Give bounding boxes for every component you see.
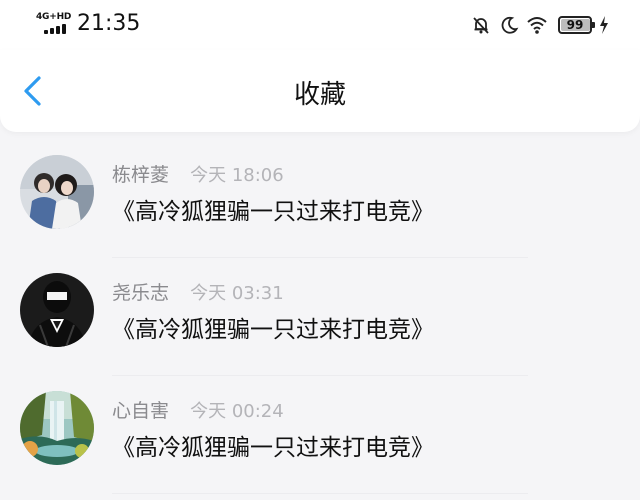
favorite-content[interactable]: 《高冷狐狸骗一只过来打电竞》 xyxy=(112,432,434,464)
status-time: 21:35 xyxy=(77,11,141,36)
waterfall-landscape-avatar[interactable] xyxy=(20,391,94,465)
list-item[interactable]: 心自害 今天 00:24 《高冷狐狸骗一只过来打电竞》 xyxy=(0,376,640,494)
moon-icon xyxy=(498,14,520,36)
bell-muted-icon xyxy=(470,14,492,36)
page-title: 收藏 xyxy=(293,80,346,110)
timestamp: 今天 00:24 xyxy=(190,401,284,422)
list-item[interactable]: 栋梓菱 今天 18:06 《高冷狐狸骗一只过来打电竞》 xyxy=(0,140,640,258)
item-meta: 栋梓菱 今天 18:06 xyxy=(112,162,284,188)
suited-figure-avatar[interactable] xyxy=(20,273,94,347)
list-item[interactable]: 尧乐志 今天 03:31 《高冷狐狸骗一只过来打电竞》 xyxy=(0,258,640,376)
divider xyxy=(112,493,528,494)
cellular-signal-icon: 4G+HD xyxy=(36,12,72,34)
wifi-icon xyxy=(526,14,548,36)
navigation-header: 收藏 xyxy=(0,50,640,132)
battery-level: 99 xyxy=(566,18,584,32)
item-meta: 心自害 今天 00:24 xyxy=(112,398,284,424)
user-name[interactable]: 心自害 xyxy=(112,400,169,422)
favorite-content[interactable]: 《高冷狐狸骗一只过来打电竞》 xyxy=(112,314,434,346)
status-bar: 4G+HD 21:35 99 xyxy=(0,0,640,50)
network-type-label: 4G+HD xyxy=(36,12,72,22)
timestamp: 今天 18:06 xyxy=(190,165,284,186)
favorite-content[interactable]: 《高冷狐狸骗一只过来打电竞》 xyxy=(112,196,434,228)
item-meta: 尧乐志 今天 03:31 xyxy=(112,280,284,306)
charging-bolt-icon xyxy=(598,14,610,36)
two-girls-photo-avatar[interactable] xyxy=(20,155,94,229)
status-icons: 99 xyxy=(470,13,610,37)
timestamp: 今天 03:31 xyxy=(190,283,284,304)
user-name[interactable]: 尧乐志 xyxy=(112,282,169,304)
user-name[interactable]: 栋梓菱 xyxy=(112,164,169,186)
battery-icon: 99 xyxy=(558,16,595,34)
